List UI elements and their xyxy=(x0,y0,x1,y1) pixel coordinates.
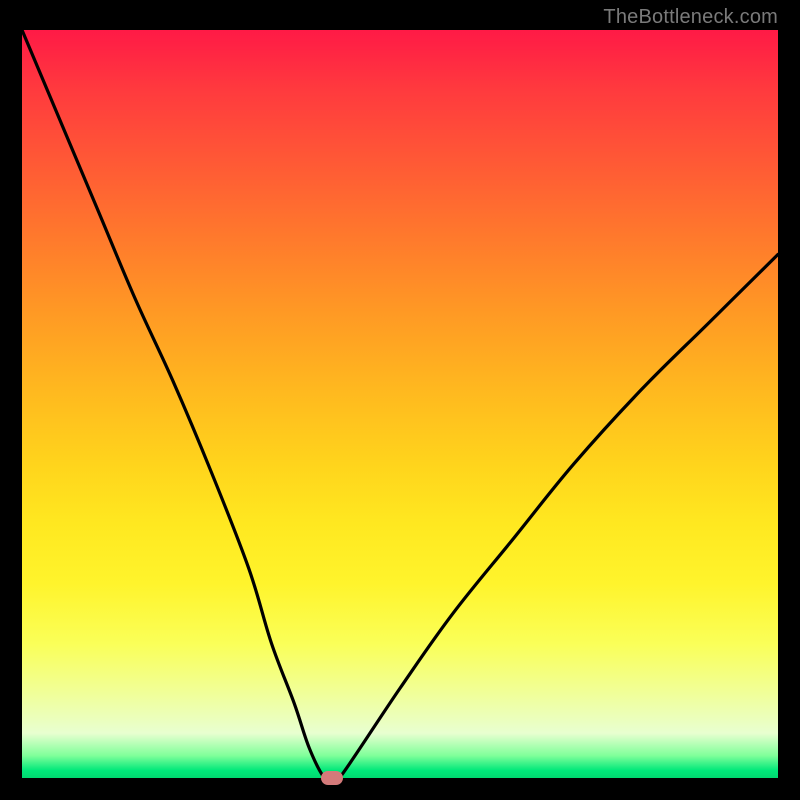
bottleneck-curve xyxy=(22,30,778,778)
optimal-point-marker xyxy=(321,771,343,785)
watermark-text: TheBottleneck.com xyxy=(603,6,778,29)
plot-area xyxy=(22,30,778,778)
chart-container: TheBottleneck.com xyxy=(0,0,800,800)
